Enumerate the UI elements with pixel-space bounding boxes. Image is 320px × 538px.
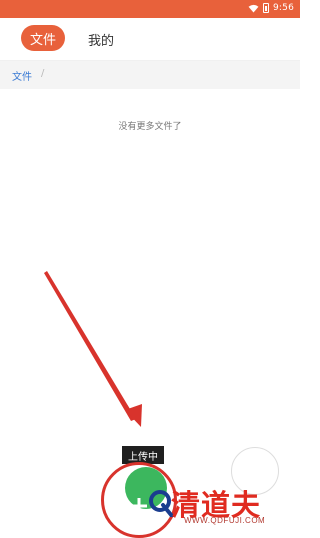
empty-list-message: 没有更多文件了 (118, 122, 182, 132)
status-icons: 9:56 (248, 3, 294, 13)
breadcrumb: 文件 / (0, 61, 300, 89)
plus-icon (131, 498, 147, 514)
breadcrumb-separator: / (41, 68, 45, 79)
wifi-icon (248, 4, 259, 13)
battery-icon (262, 3, 269, 13)
status-time: 9:56 (272, 3, 294, 13)
breadcrumb-root-link[interactable]: 文件 (12, 68, 32, 83)
watermark-url: WWW.QDFUJI.COM (184, 516, 266, 525)
top-tab-bar: 文件 我的 (0, 18, 300, 61)
tab-files[interactable]: 文件 (21, 25, 65, 51)
tab-mine[interactable]: 我的 (88, 30, 114, 49)
status-bar: 9:56 (0, 0, 300, 18)
